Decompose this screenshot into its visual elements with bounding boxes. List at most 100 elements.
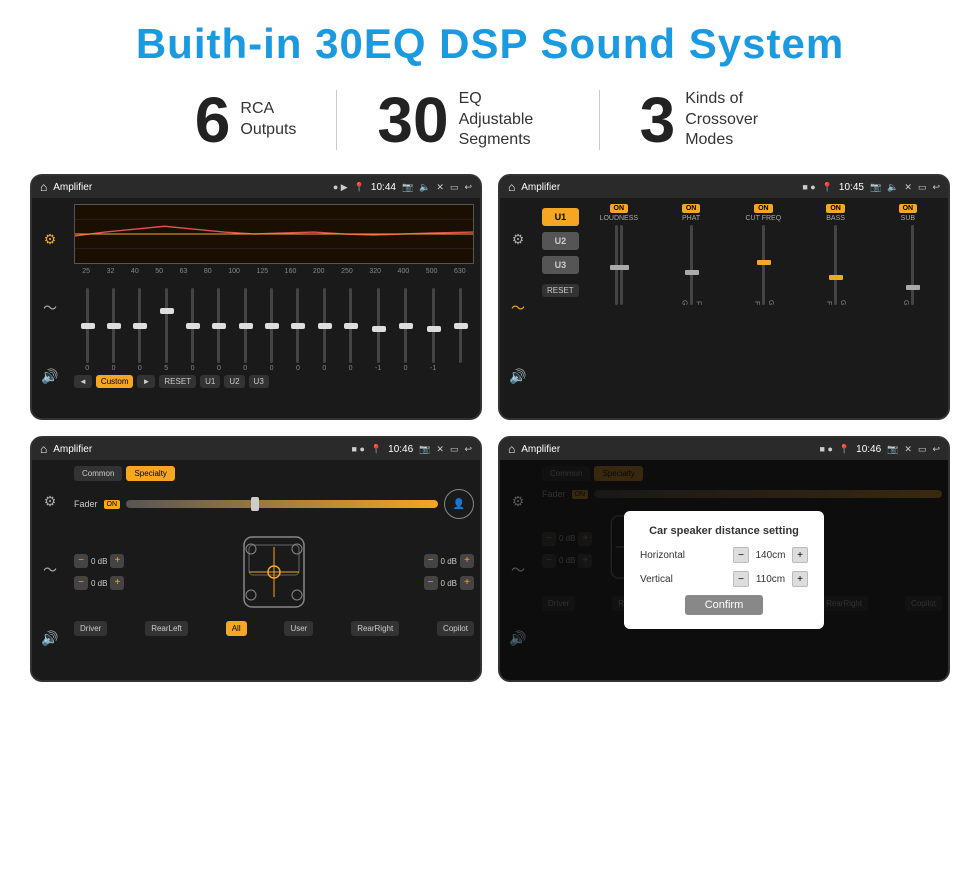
slider-14[interactable]: -1 (430, 288, 436, 372)
reset-btn[interactable]: RESET (159, 375, 196, 388)
eq-icon[interactable]: ⚙ (44, 231, 57, 248)
screen3-bottom: Driver RearLeft All User RearRight Copil… (74, 621, 474, 636)
eq2-icon[interactable]: ⚙ (512, 231, 525, 248)
speaker3-icon[interactable]: 🔊 (41, 630, 58, 647)
screen3-title: Amplifier (53, 444, 345, 455)
slider-7[interactable]: 0 (243, 288, 247, 372)
bass-label: BASS (826, 215, 845, 222)
vol-rr-minus[interactable]: − (424, 576, 438, 590)
pin2-icon: 📍 (822, 182, 833, 193)
slider-10[interactable]: 0 (322, 288, 326, 372)
custom-btn[interactable]: Custom (96, 375, 134, 388)
dialog-overlay: Car speaker distance setting Horizontal … (500, 460, 948, 680)
common-tab[interactable]: Common (74, 466, 122, 481)
speaker2-icon[interactable]: 🔊 (509, 368, 526, 385)
dot2-icon: ■ ● (802, 182, 815, 192)
eq3-icon[interactable]: ⚙ (44, 493, 57, 510)
rearleft-btn[interactable]: RearLeft (145, 621, 188, 636)
dot3-icon: ■ ● (352, 444, 365, 454)
slider-11[interactable]: 0 (349, 288, 353, 372)
main-title: Buith-in 30EQ DSP Sound System (30, 20, 950, 68)
slider-9[interactable]: 0 (296, 288, 300, 372)
wave3-icon[interactable]: 〜 (43, 560, 57, 580)
camera2-icon: 📷 (870, 182, 881, 193)
screen1-title: Amplifier (53, 182, 327, 193)
loudness-on[interactable]: ON (610, 204, 629, 213)
u2-select-btn[interactable]: U2 (542, 232, 579, 250)
back-icon[interactable]: ↩ (464, 182, 472, 193)
wave-icon[interactable]: 〜 (43, 298, 57, 318)
screen2-body: ⚙ 〜 🔊 U1 U2 U3 RESET (500, 198, 948, 418)
screen3-body: ⚙ 〜 🔊 Common Specialty Fader ON (32, 460, 480, 680)
slider-1[interactable]: 0 (85, 288, 89, 372)
speaker-icon[interactable]: 🔊 (41, 368, 58, 385)
horizontal-row: Horizontal − 140cm + (640, 547, 808, 563)
pin-icon: 📍 (354, 182, 365, 193)
slider-15[interactable]: 0 (459, 288, 463, 372)
back3-icon[interactable]: ↩ (464, 444, 472, 455)
vol-fr: − 0 dB + (424, 554, 474, 568)
slider-4[interactable]: 5 (164, 288, 168, 372)
vertical-value: 110cm (753, 574, 788, 585)
window4-icon: ▭ (918, 444, 927, 455)
home-icon[interactable]: ⌂ (40, 180, 47, 194)
x2-icon: ✕ (904, 182, 912, 193)
window-icon: ▭ (450, 182, 459, 193)
x4-icon: ✕ (904, 444, 912, 455)
all-btn[interactable]: All (226, 621, 247, 636)
user-btn[interactable]: User (284, 621, 313, 636)
u3-select-btn[interactable]: U3 (542, 256, 579, 274)
slider-13[interactable]: 0 (404, 288, 408, 372)
confirm-button[interactable]: Confirm (685, 595, 764, 615)
slider-12[interactable]: -1 (375, 288, 381, 372)
home-icon3[interactable]: ⌂ (40, 442, 47, 456)
vol-rl-plus[interactable]: + (110, 576, 124, 590)
vol-fr-plus[interactable]: + (460, 554, 474, 568)
vertical-minus[interactable]: − (733, 571, 749, 587)
slider-6[interactable]: 0 (217, 288, 221, 372)
horizontal-minus[interactable]: − (733, 547, 749, 563)
play-btn[interactable]: ► (137, 375, 155, 388)
pin3-icon: 📍 (371, 444, 382, 455)
prev-btn[interactable]: ◄ (74, 375, 92, 388)
bass-on[interactable]: ON (826, 204, 845, 213)
vol-fl-plus[interactable]: + (110, 554, 124, 568)
vertical-plus[interactable]: + (792, 571, 808, 587)
back2-icon[interactable]: ↩ (932, 182, 940, 193)
vol-rl: − 0 dB + (74, 576, 124, 590)
stat-crossover-label: Kinds of Crossover Modes (685, 89, 785, 151)
sub-on[interactable]: ON (899, 204, 918, 213)
vertical-row: Vertical − 110cm + (640, 571, 808, 587)
vol-fl-minus[interactable]: − (74, 554, 88, 568)
u1-select-btn[interactable]: U1 (542, 208, 579, 226)
distance-dialog: Car speaker distance setting Horizontal … (624, 511, 824, 629)
stat-crossover: 3 Kinds of Crossover Modes (600, 88, 826, 152)
cutfreq-label: CUT FREQ (746, 215, 782, 222)
driver-btn[interactable]: Driver (74, 621, 107, 636)
phat-on[interactable]: ON (682, 204, 701, 213)
wave2-icon[interactable]: 〜 (511, 298, 525, 318)
horizontal-plus[interactable]: + (792, 547, 808, 563)
camera-icon: 📷 (402, 182, 413, 193)
u1-btn[interactable]: U1 (200, 375, 220, 388)
vol-rl-minus[interactable]: − (74, 576, 88, 590)
copilot-btn[interactable]: Copilot (437, 621, 474, 636)
slider-2[interactable]: 0 (112, 288, 116, 372)
horizontal-label: Horizontal (640, 550, 685, 561)
speaker-layout: − 0 dB + − 0 dB + (74, 527, 474, 617)
slider-5[interactable]: 0 (191, 288, 195, 372)
home-icon4[interactable]: ⌂ (508, 442, 515, 456)
vol-rr-plus[interactable]: + (460, 576, 474, 590)
u3-btn[interactable]: U3 (249, 375, 269, 388)
home-icon2[interactable]: ⌂ (508, 180, 515, 194)
slider-8[interactable]: 0 (270, 288, 274, 372)
specialty-tab[interactable]: Specialty (126, 466, 174, 481)
rearright-btn[interactable]: RearRight (351, 621, 399, 636)
back4-icon[interactable]: ↩ (932, 444, 940, 455)
u2-btn[interactable]: U2 (224, 375, 244, 388)
screen4-card: ⌂ Amplifier ■ ● 📍 10:46 📷 ✕ ▭ ↩ ⚙ 〜 🔊 (498, 436, 950, 682)
cutfreq-on[interactable]: ON (754, 204, 773, 213)
slider-3[interactable]: 0 (138, 288, 142, 372)
amp2-reset-btn[interactable]: RESET (542, 284, 579, 297)
vol-fr-minus[interactable]: − (424, 554, 438, 568)
